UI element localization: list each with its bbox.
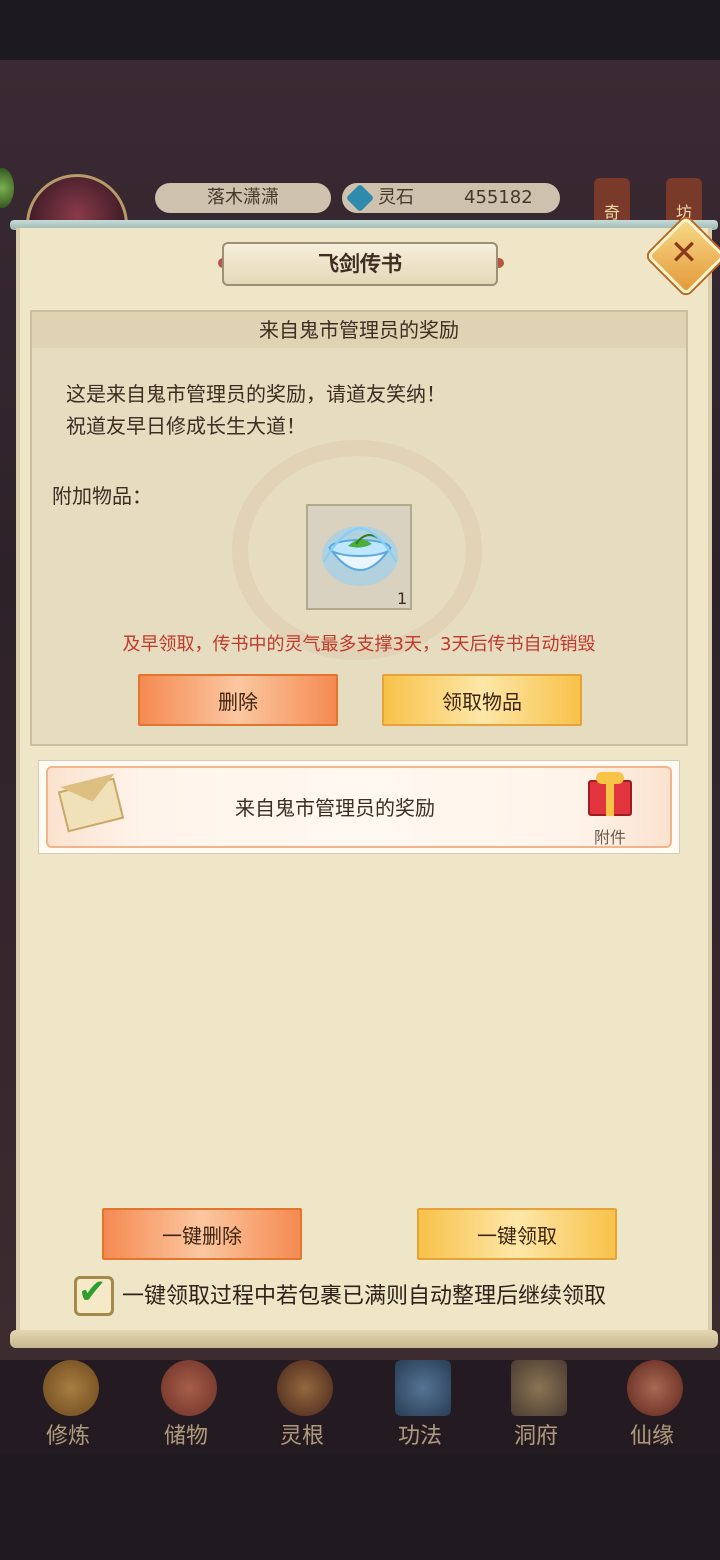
scroll-rod-bottom <box>10 1330 718 1348</box>
nav-item-scripture[interactable]: 功法 <box>370 1352 470 1452</box>
cave-palace-icon <box>511 1360 567 1416</box>
mail-body-line: 这是来自鬼市管理员的奖励，请道友笑纳！ <box>66 382 446 406</box>
auto-sort-label: 一键领取过程中若包裹已满则自动整理后继续领取 <box>122 1284 607 1309</box>
mail-body-line: 祝道友早日修成长生大道！ <box>66 414 306 438</box>
nav-item-spirit-root[interactable]: 灵根 <box>252 1352 352 1452</box>
claim-all-button[interactable]: 一键领取 <box>417 1208 617 1260</box>
gift-ribbon <box>606 780 614 816</box>
mail-body: 这是来自鬼市管理员的奖励，请道友笑纳！ 祝道友早日修成长生大道！ <box>66 378 446 442</box>
attachment-label: 附加物品： <box>52 484 152 508</box>
close-icon[interactable]: ✕ <box>665 234 703 272</box>
spirit-root-icon <box>277 1360 333 1416</box>
nav-label: 修炼 <box>45 1424 90 1449</box>
storage-bag-icon <box>161 1360 217 1416</box>
status-bar-area <box>0 0 720 60</box>
scripture-book-icon <box>395 1360 451 1416</box>
delete-button[interactable]: 删除 <box>138 674 338 726</box>
immortal-fate-icon <box>627 1360 683 1416</box>
attachment-tag: 附件 <box>593 828 626 847</box>
nav-item-storage[interactable]: 储物 <box>136 1352 236 1452</box>
nav-item-cave[interactable]: 洞府 <box>486 1352 586 1452</box>
mail-subject: 来自鬼市管理员的奖励 <box>32 312 686 348</box>
checkmark-icon: ✔ <box>78 1272 107 1312</box>
nav-label: 储物 <box>163 1424 208 1449</box>
nav-label: 仙缘 <box>629 1424 674 1449</box>
spirit-stone-label: 灵石 <box>378 187 414 208</box>
item-count: 1 <box>397 589 408 608</box>
spirit-stone-value: 455182 <box>464 187 533 208</box>
nav-label: 功法 <box>397 1424 442 1449</box>
spirit-tea-bowl-icon <box>322 526 398 586</box>
cultivation-icon <box>43 1360 99 1416</box>
bottom-nav: 修炼 储物 灵根 功法 洞府 仙缘 <box>0 1352 720 1452</box>
mail-list-item-title: 来自鬼市管理员的奖励 <box>235 796 435 820</box>
spirit-stone-counter: 灵石 455182 <box>342 183 560 213</box>
player-name: 落木潇潇 <box>155 183 331 213</box>
nav-label: 洞府 <box>513 1424 558 1449</box>
bottom-system-area <box>0 1455 720 1560</box>
nav-label: 灵根 <box>279 1424 324 1449</box>
nav-item-cultivation[interactable]: 修炼 <box>18 1352 118 1452</box>
spirit-stone-icon <box>345 183 375 213</box>
expiry-warning: 及早领取，传书中的灵气最多支撑3天，3天后传书自动销毁 <box>122 634 596 655</box>
delete-all-button[interactable]: 一键删除 <box>102 1208 302 1260</box>
gift-bow <box>596 772 624 784</box>
dialog-title: 飞剑传书 <box>222 242 498 286</box>
claim-items-button[interactable]: 领取物品 <box>382 674 582 726</box>
nav-item-fate[interactable]: 仙缘 <box>602 1352 702 1452</box>
